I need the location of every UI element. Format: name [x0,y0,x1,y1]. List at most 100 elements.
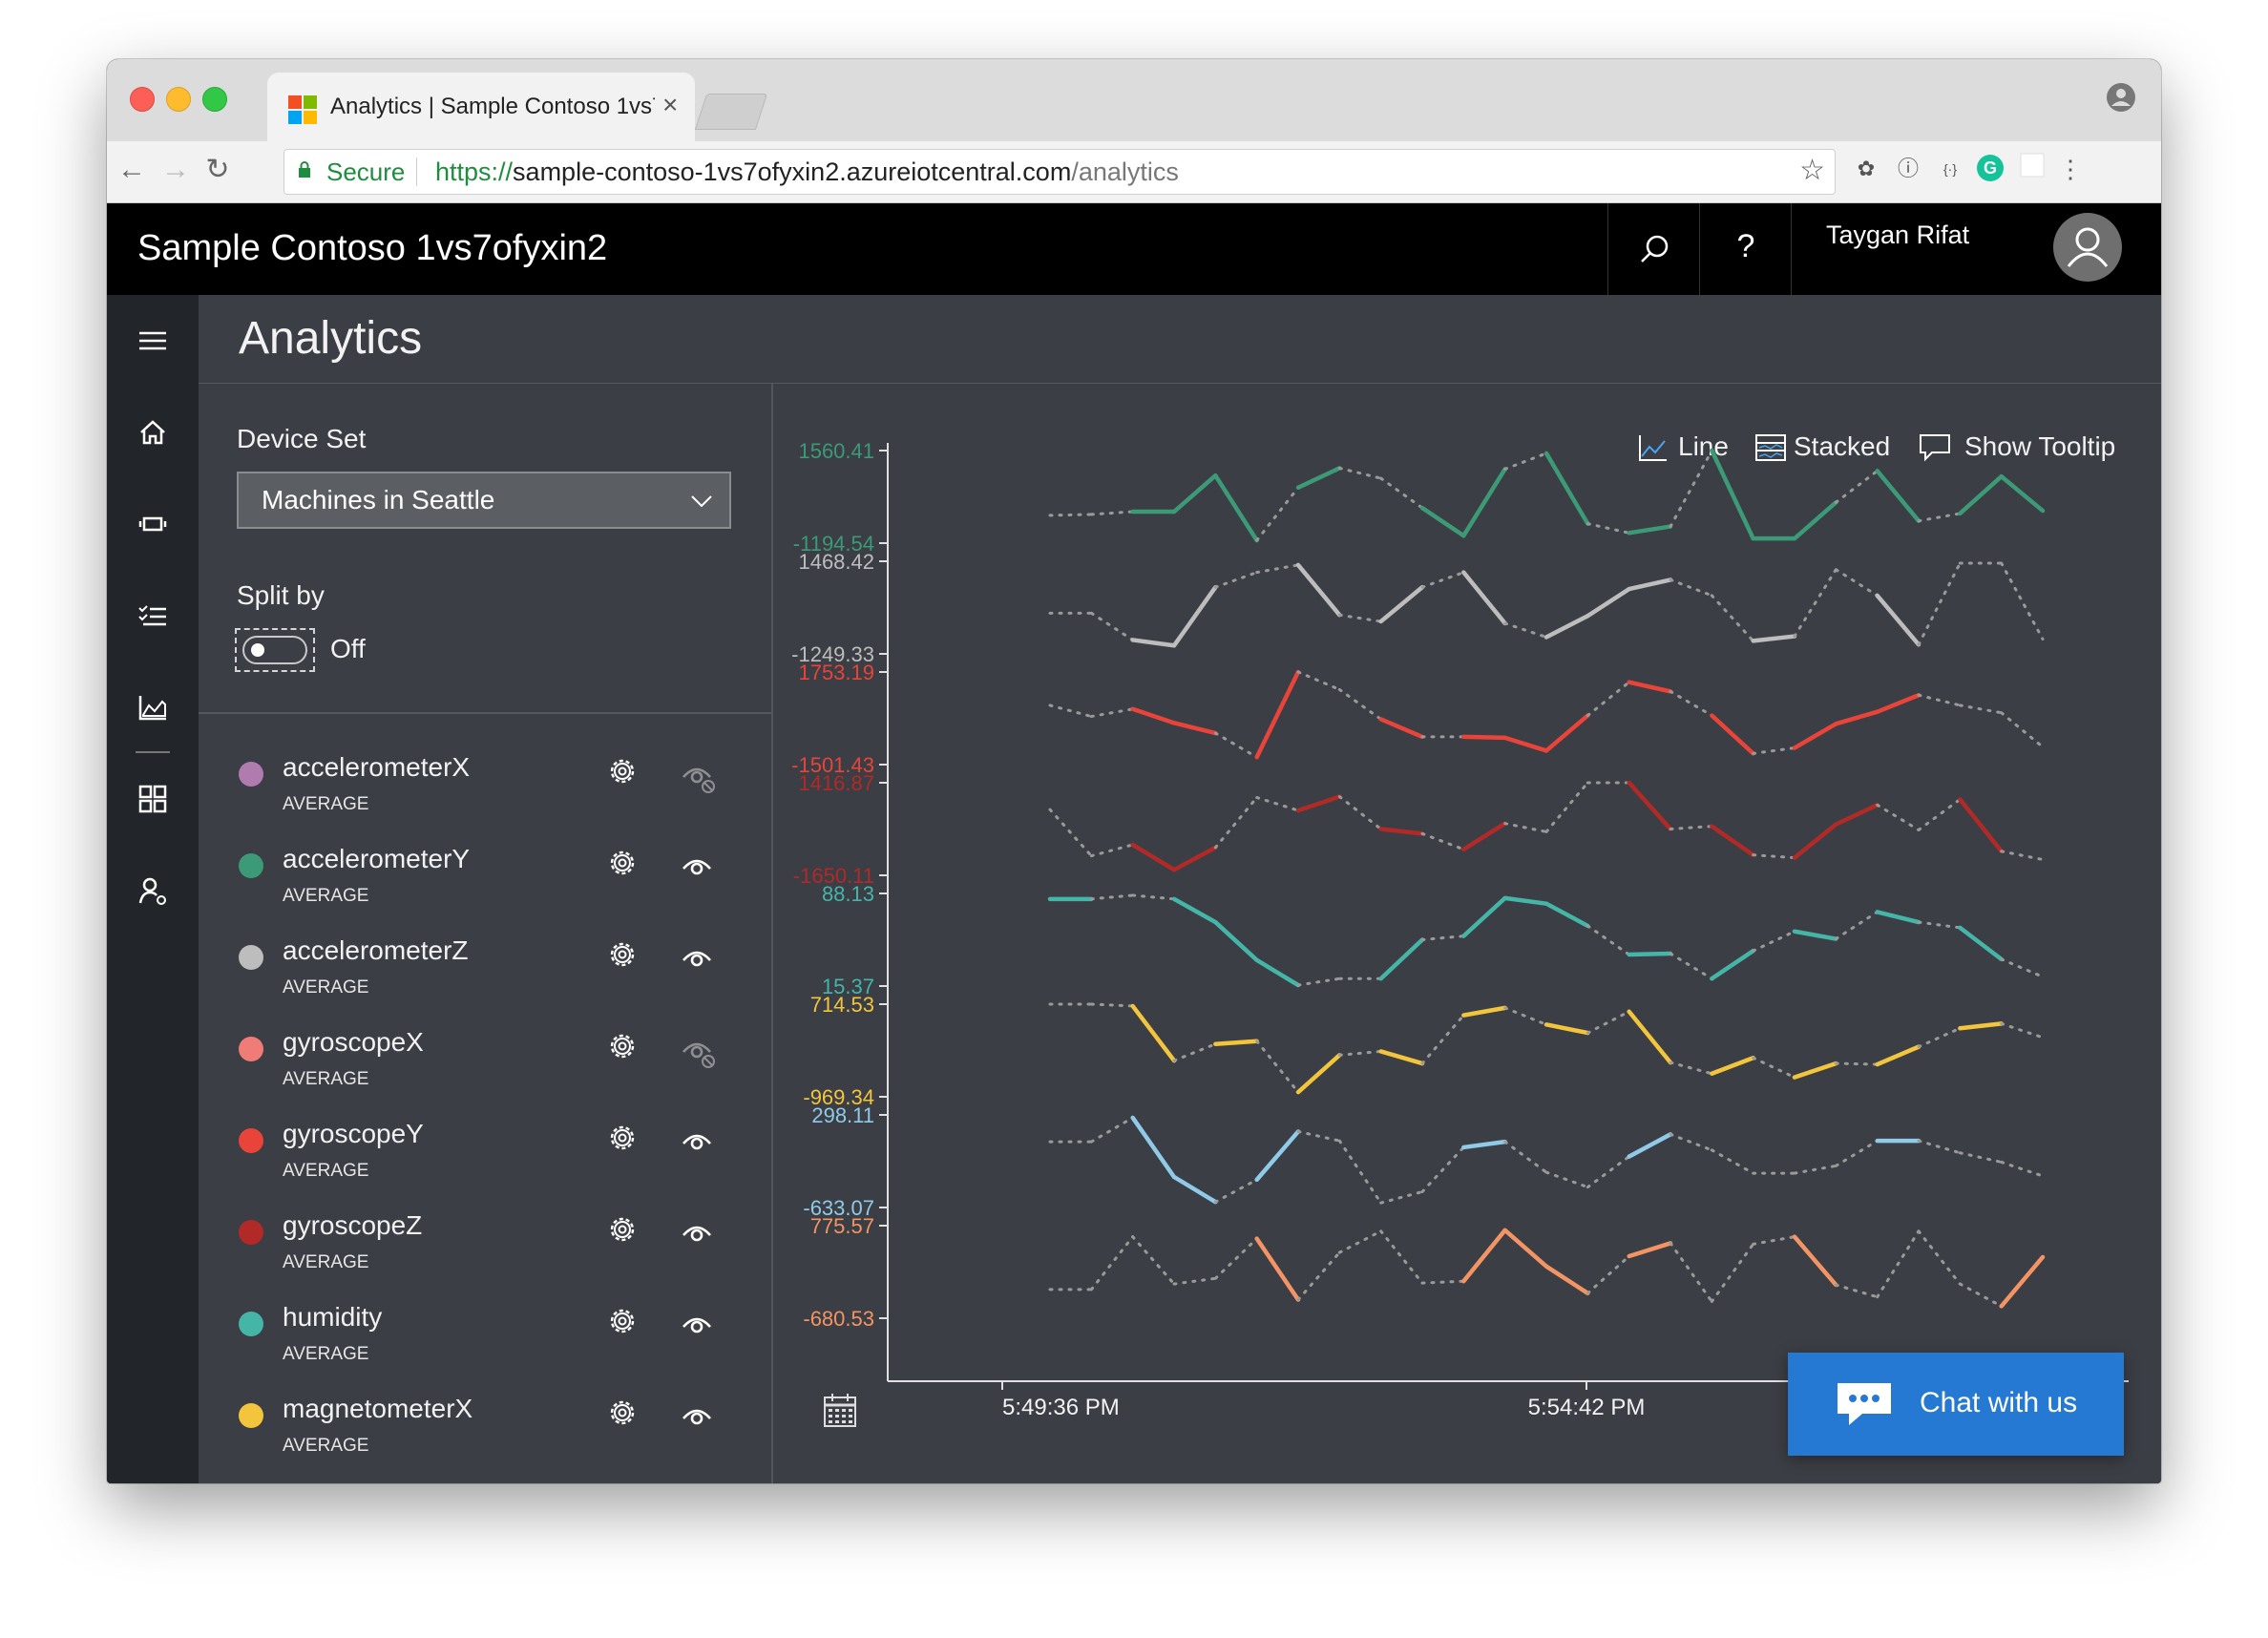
forward-arrow-icon[interactable]: → [157,151,195,189]
series-segment [1089,843,1135,858]
telemetry-item[interactable]: humidity AVERAGE [199,1294,771,1386]
search-button[interactable] [1607,203,1700,295]
avatar[interactable] [2053,213,2122,282]
settings-gear-icon[interactable] [605,937,640,972]
settings-gear-icon[interactable] [605,1304,640,1338]
calendar-icon-part [829,1420,832,1423]
address-bar[interactable]: Secure https://sample-contoso-1vs7ofyxin… [284,149,1836,195]
tab-close-icon[interactable]: × [662,90,678,120]
settings-gear-icon[interactable] [605,1396,640,1430]
user-avatar-icon [2067,227,2109,267]
eye-visible-icon[interactable] [676,1123,718,1161]
series-segment [1379,476,1424,510]
series-segment [1089,893,1135,901]
user-menu[interactable]: Taygan Rifat [1791,203,2161,295]
series-segment [1461,570,1507,626]
series-segment [1378,717,1425,740]
eye-hidden-icon[interactable] [676,756,718,794]
split-by-toggle[interactable] [242,636,307,664]
calendar-icon[interactable] [824,1394,856,1427]
y-max-label: 88.13 [822,882,874,906]
telemetry-aggregation: AVERAGE [283,1161,369,1181]
telemetry-item[interactable]: magnetometerX AVERAGE [199,1386,771,1478]
telemetry-item[interactable]: accelerometerY AVERAGE [199,836,771,928]
dashboard-grid-icon[interactable] [134,780,172,818]
series-segment [1958,925,2004,962]
eye-visible-icon[interactable] [676,1306,718,1344]
url-host: sample-contoso-1vs7ofyxin2.azureiotcentr… [513,158,1072,186]
eye-visible-icon[interactable] [676,939,718,977]
browser-profile-icon[interactable] [2106,82,2136,113]
eye-visible-icon[interactable] [676,1397,718,1436]
series-segment [1213,919,1259,963]
telemetry-name: gyroscopeX [283,1027,424,1057]
help-button[interactable]: ? [1699,203,1792,295]
calendar-icon-part [842,1415,846,1418]
series-segment [1213,796,1259,850]
reload-icon[interactable]: ↻ [199,151,237,189]
extension-info-icon[interactable]: ⓘ [1892,153,1924,185]
series-segment [1503,621,1548,640]
series-segment [1048,704,1093,719]
chat-with-us-button[interactable]: Chat with us [1788,1353,2124,1456]
eye-hidden-icon[interactable] [676,1031,718,1069]
extension-code-icon[interactable]: {·} [1934,153,1966,185]
series-segment [1669,1132,1713,1152]
series-segment [1875,469,1922,523]
back-arrow-icon[interactable]: ← [113,151,151,189]
extension-puzzle-icon[interactable]: ✿ [1850,153,1882,185]
close-window-button[interactable] [130,87,155,112]
rules-icon[interactable] [134,597,172,635]
series-segment [1999,473,2046,514]
bookmark-star-icon[interactable]: ☆ [1799,154,1825,187]
lock-icon [299,161,310,178]
eye-visible-icon[interactable] [676,1214,718,1252]
devices-icon[interactable] [134,505,172,543]
extension-blank-icon[interactable] [2016,153,2048,185]
telemetry-item[interactable]: gyroscopeX AVERAGE [199,1019,771,1111]
toggle-knob [251,643,264,657]
eye-visible-icon[interactable] [676,848,718,886]
settings-gear-icon[interactable] [605,846,640,880]
series-segment [1792,822,1838,860]
grammarly-icon[interactable]: G [1974,153,2006,185]
telemetry-item[interactable]: gyroscopeZ AVERAGE [199,1203,771,1294]
url-path: /analytics [1071,158,1179,186]
telemetry-item[interactable]: accelerometerX AVERAGE [199,745,771,836]
minimize-window-button[interactable] [166,87,191,112]
home-icon[interactable] [134,413,172,452]
series-segment [1296,1250,1341,1302]
series-color-dot [239,1128,263,1153]
series-segment [1295,794,1342,813]
browser-tab-active[interactable]: Analytics | Sample Contoso 1vs7ofyxin2 × [267,73,695,141]
new-tab-button[interactable] [694,94,768,130]
settings-gear-icon[interactable] [605,1212,640,1247]
maximize-window-button[interactable] [202,87,227,112]
browser-menu-icon[interactable]: ⋮ [2054,153,2087,185]
series-segment [1461,1228,1507,1284]
series-segment [1378,827,1425,836]
y-max-label: 1468.42 [798,550,874,574]
series-segment [1171,845,1218,872]
telemetry-aggregation: AVERAGE [283,1069,369,1089]
hamburger-menu-icon[interactable] [134,322,172,360]
series-segment [1503,822,1548,833]
stacked-line-chart[interactable]: 1560.41-1194.541468.42-1249.331753.19-15… [773,384,2161,1483]
series-segment [1544,1022,1590,1036]
series-segment [2000,1160,2045,1178]
telemetry-name: humidity [283,1302,383,1332]
settings-gear-icon[interactable] [605,1121,640,1155]
series-segment [1544,713,1590,753]
telemetry-aggregation: AVERAGE [283,886,369,906]
settings-gear-icon[interactable] [605,754,640,788]
administration-icon[interactable] [134,872,172,910]
device-set-dropdown[interactable]: Machines in Seattle [237,472,731,529]
series-segment [1793,568,1838,639]
analytics-icon[interactable] [134,688,172,726]
settings-gear-icon[interactable] [605,1029,640,1063]
telemetry-item[interactable]: gyroscopeY AVERAGE [199,1111,771,1203]
telemetry-name: gyroscopeY [283,1119,424,1148]
series-segment [1544,1170,1589,1189]
app-title: Sample Contoso 1vs7ofyxin2 [137,228,608,268]
telemetry-item[interactable]: accelerometerZ AVERAGE [199,928,771,1019]
